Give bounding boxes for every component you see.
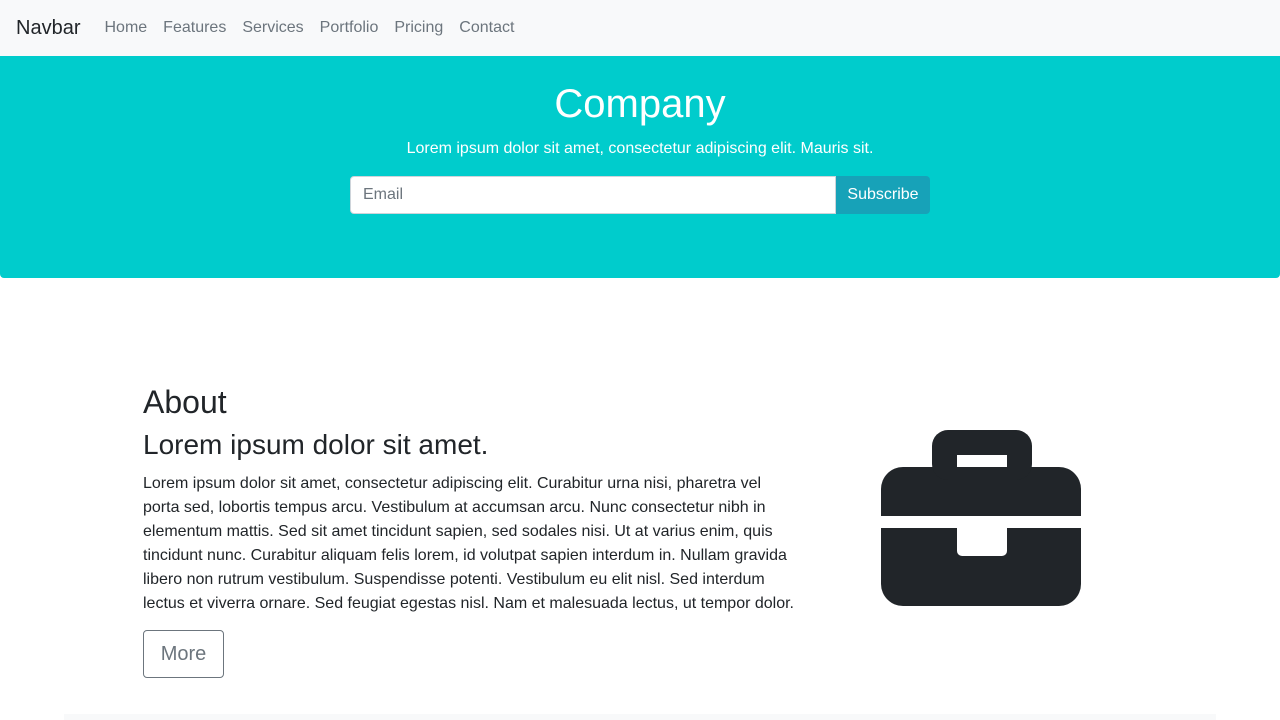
subscribe-button[interactable]: Subscribe — [836, 176, 930, 214]
nav-link-pricing[interactable]: Pricing — [394, 19, 443, 37]
nav-link-home[interactable]: Home — [104, 19, 147, 37]
nav-link-portfolio[interactable]: Portfolio — [320, 19, 379, 37]
navbar: Navbar Home Features Services Portfolio … — [0, 0, 1280, 56]
nav-link-features[interactable]: Features — [163, 19, 226, 37]
about-lead: Lorem ipsum dolor sit amet. — [143, 429, 489, 460]
about-title: About — [143, 384, 227, 420]
about-body: Lorem ipsum dolor sit amet, consectetur … — [143, 475, 794, 612]
briefcase-icon — [881, 430, 1081, 606]
nav-link-contact[interactable]: Contact — [459, 19, 514, 37]
more-button[interactable]: More — [143, 630, 224, 678]
hero-section: Company Lorem ipsum dolor sit amet, cons… — [0, 56, 1280, 278]
navbar-brand[interactable]: Navbar — [16, 17, 80, 40]
nav-link-services[interactable]: Services — [242, 19, 303, 37]
hero-title: Company — [554, 82, 726, 126]
hero-subtitle: Lorem ipsum dolor sit amet, consectetur … — [406, 140, 874, 157]
footer-strip — [64, 714, 1216, 720]
subscribe-form: Subscribe — [350, 176, 930, 214]
email-input[interactable] — [350, 176, 836, 214]
